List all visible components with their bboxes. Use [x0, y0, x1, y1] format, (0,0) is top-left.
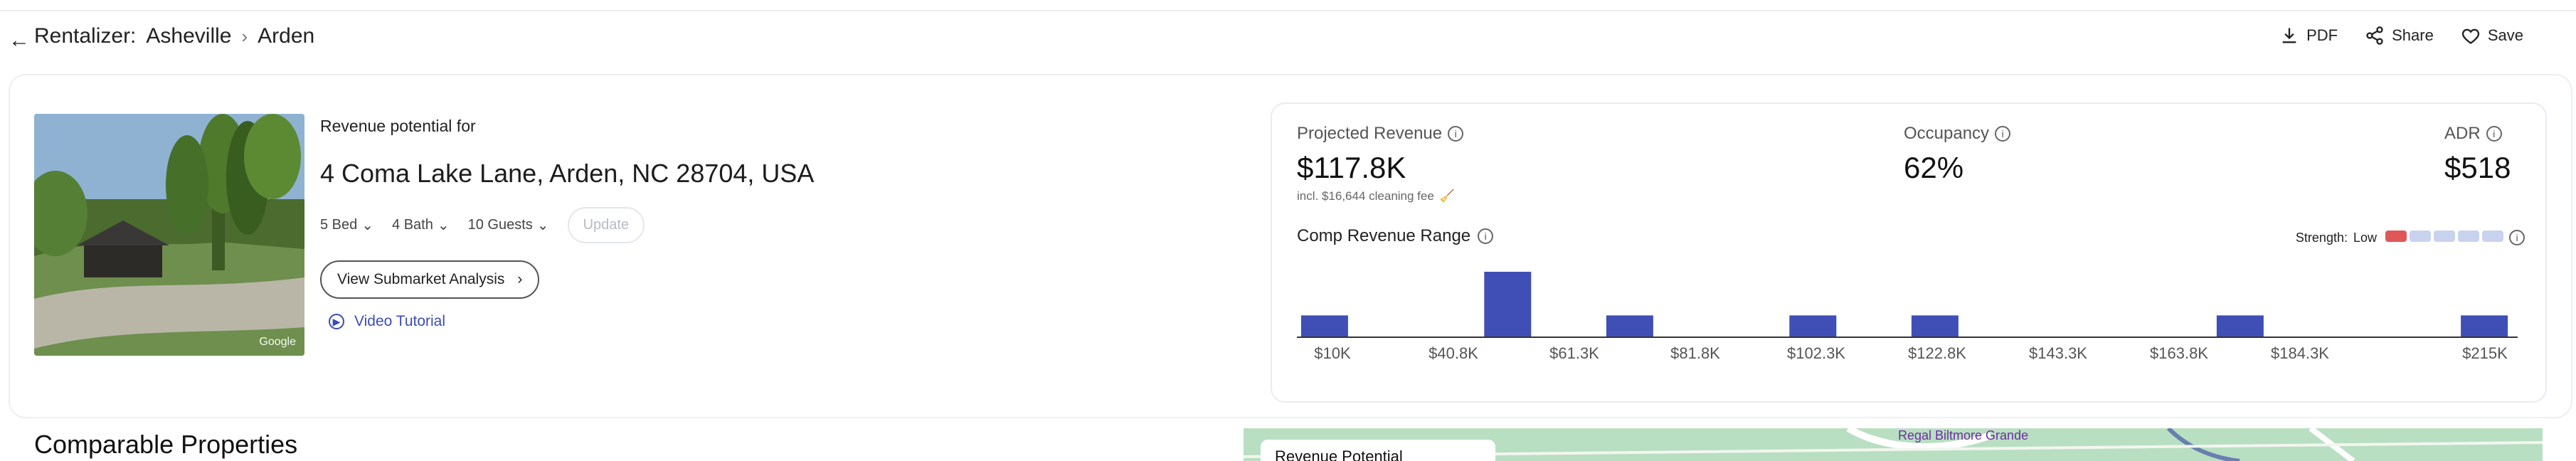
chevron-down-icon: ⌄ [361, 218, 374, 233]
chevron-right-icon: › [517, 271, 523, 287]
section-divider [34, 417, 2543, 418]
projected-revenue-label: Projected Revenue [1297, 124, 1443, 143]
histogram-tick-label: $40.8K [1429, 344, 1478, 362]
beds-value: 5 Bed [320, 217, 358, 233]
pdf-label: PDF [2306, 26, 2338, 44]
back-arrow-icon[interactable]: ← [9, 28, 30, 53]
histogram-tick-label: $184.3K [2271, 344, 2329, 362]
property-info: Revenue potential for 4 Coma Lake Lane, … [320, 112, 818, 330]
header-actions: PDF Share Save [2279, 26, 2523, 46]
strength-segment [2385, 230, 2407, 242]
revenue-label: Revenue potential for [320, 117, 476, 135]
info-icon[interactable]: i [1995, 126, 2011, 142]
comp-revenue-range-label: Comp Revenue Range i [1297, 226, 1494, 246]
breadcrumb-market[interactable]: Asheville [146, 24, 231, 48]
share-icon [2366, 26, 2383, 45]
info-icon[interactable]: i [2486, 126, 2502, 142]
histogram-bar [1484, 272, 1532, 337]
info-icon[interactable]: i [1478, 228, 1494, 244]
adr-value: $518 [2444, 151, 2511, 184]
comp-range-title: Comp Revenue Range [1297, 226, 1471, 245]
histogram-tick-label: $102.3K [1787, 344, 1845, 362]
submarket-label: View Submarket Analysis [337, 271, 505, 287]
play-icon: ▶ [329, 314, 344, 329]
cleaning-fee-note: incl. $16,644 cleaning fee 🧹 [1297, 189, 1455, 203]
chevron-down-icon: ⌄ [437, 218, 450, 233]
property-photo[interactable]: Google [34, 114, 304, 356]
strength-label: Strength: [2295, 230, 2348, 245]
histogram-bar [2216, 315, 2264, 337]
histogram-tick-label: $10K [1314, 344, 1351, 362]
occupancy-value: 62% [1904, 151, 1964, 184]
histogram-axis-labels: $10K $40.8K $61.3K $81.8K $102.3K $122.8K $143… [1297, 344, 2518, 366]
comparable-properties-title: Comparable Properties [34, 430, 298, 459]
adr-metric: ADR i $518 [2444, 124, 2511, 185]
top-divider [0, 10, 2576, 11]
projected-revenue-metric: Projected Revenue i $117.8K [1297, 124, 1464, 185]
breadcrumb-root: Rentalizer: [34, 24, 137, 48]
share-label: Share [2392, 26, 2434, 44]
strength-segment [2482, 230, 2503, 242]
projected-revenue-value: $117.8K [1297, 151, 1406, 184]
baths-dropdown[interactable]: 4 Bath ⌄ [392, 216, 450, 234]
comp-revenue-histogram [1297, 272, 2518, 338]
update-button[interactable]: Update [567, 207, 645, 243]
street-view-image [34, 114, 304, 356]
beds-dropdown[interactable]: 5 Bed ⌄ [320, 216, 373, 234]
breadcrumb-submarket[interactable]: Arden [258, 24, 314, 48]
heart-icon [2461, 28, 2479, 44]
save-button[interactable]: Save [2461, 26, 2523, 46]
strength-value: Low [2353, 230, 2377, 245]
histogram-tick-label: $81.8K [1670, 344, 1720, 362]
histogram-bar [1606, 315, 1653, 337]
strength-segment [2434, 230, 2455, 242]
video-tutorial-link[interactable]: ▶ Video Tutorial [329, 313, 818, 330]
strength-meter [2382, 230, 2503, 245]
strength-segment [2458, 230, 2479, 242]
pdf-button[interactable]: PDF [2279, 26, 2338, 46]
strength-segment [2410, 230, 2431, 242]
histogram-bar [1911, 315, 1958, 337]
histogram-bar [2461, 315, 2508, 337]
guests-dropdown[interactable]: 10 Guests ⌄ [468, 216, 549, 234]
occupancy-label: Occupancy [1904, 124, 1990, 143]
share-button[interactable]: Share [2365, 26, 2434, 46]
info-icon[interactable]: i [2509, 230, 2525, 245]
view-submarket-button[interactable]: View Submarket Analysis › [320, 260, 540, 299]
chevron-down-icon: ⌄ [536, 218, 549, 233]
histogram-tick-label: $143.3K [2029, 344, 2087, 362]
photo-credit: Google [259, 336, 296, 348]
map-poi-label: Regal Biltmore Grande [1898, 428, 2029, 443]
broom-icon: 🧹 [1439, 189, 1455, 203]
baths-value: 4 Bath [392, 217, 433, 233]
info-icon[interactable]: i [1448, 126, 1464, 142]
property-selectors: 5 Bed ⌄ 4 Bath ⌄ 10 Guests ⌄ Update [320, 207, 818, 243]
cleaning-fee-text: incl. $16,644 cleaning fee [1297, 189, 1434, 203]
histogram-tick-label: $163.8K [2150, 344, 2208, 362]
guests-value: 10 Guests [467, 217, 533, 233]
comparables-map[interactable]: Revenue Potential Regal Biltmore Grande [1244, 428, 2543, 461]
map-revenue-card: Revenue Potential [1261, 440, 1495, 461]
histogram-tick-label: $122.8K [1908, 344, 1966, 362]
histogram-bar [1300, 315, 1348, 337]
video-tutorial-label: Video Tutorial [354, 313, 446, 329]
breadcrumb: Rentalizer: Asheville › Arden [34, 24, 314, 48]
download-icon [2282, 28, 2296, 43]
histogram-bar [1789, 315, 1837, 337]
histogram-tick-label: $215K [2462, 344, 2508, 362]
strength-indicator: Strength: Low i [2296, 230, 2525, 245]
occupancy-metric: Occupancy i 62% [1904, 124, 2011, 185]
property-address: 4 Coma Lake Lane, Arden, NC 28704, USA [320, 159, 815, 188]
chevron-right-icon: › [241, 25, 248, 47]
save-label: Save [2487, 26, 2523, 44]
histogram-tick-label: $61.3K [1549, 344, 1599, 362]
adr-label: ADR [2444, 124, 2481, 143]
